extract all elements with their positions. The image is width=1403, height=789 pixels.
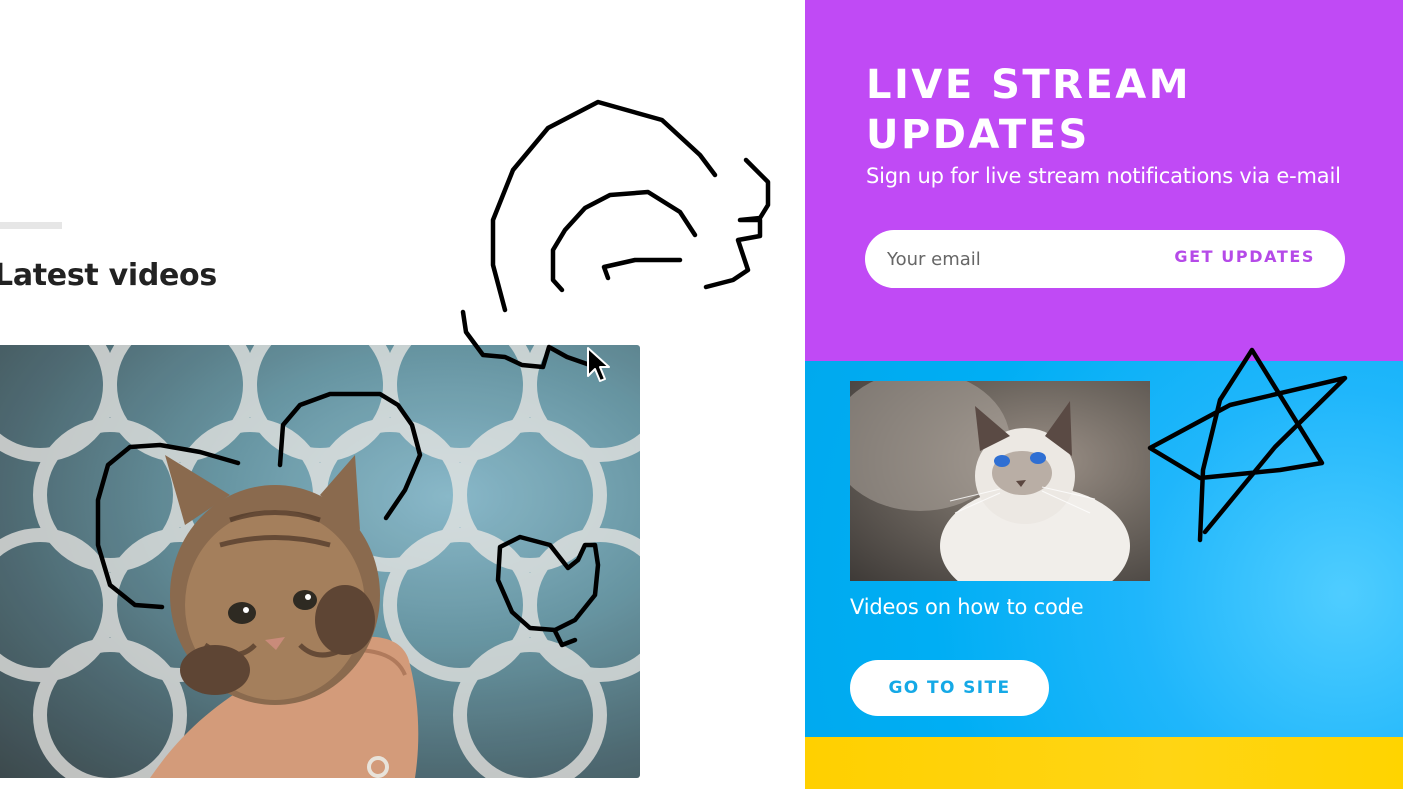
spiral-inner-scribble bbox=[550, 189, 698, 293]
go-to-site-button[interactable]: GO TO SITE bbox=[850, 660, 1049, 716]
spiral-center-scribble bbox=[601, 257, 683, 281]
latest-videos-heading: Latest videos bbox=[0, 258, 217, 293]
section-divider bbox=[0, 222, 62, 229]
title-line-2: UPDATES bbox=[866, 112, 1090, 158]
latest-video-thumbnail[interactable] bbox=[0, 345, 640, 778]
get-updates-button[interactable]: GET UPDATES bbox=[1174, 247, 1315, 266]
coding-videos-card: Videos on how to code GO TO SITE bbox=[805, 361, 1403, 737]
email-signup-form: GET UPDATES bbox=[865, 230, 1345, 288]
white-cat-photo bbox=[850, 381, 1130, 581]
live-stream-subtitle: Sign up for live stream notifications vi… bbox=[866, 164, 1341, 188]
spiral-tail-scribble bbox=[703, 157, 771, 290]
live-stream-signup: LIVE STREAM UPDATES Sign up for live str… bbox=[805, 0, 1403, 361]
title-line-1: LIVE STREAM bbox=[866, 62, 1192, 108]
spiral-scribble bbox=[490, 99, 718, 313]
kitten-photo bbox=[0, 345, 640, 778]
coding-videos-caption: Videos on how to code bbox=[850, 595, 1084, 619]
coding-video-thumbnail[interactable] bbox=[850, 381, 1150, 581]
yellow-section-top bbox=[805, 737, 1403, 789]
email-input[interactable] bbox=[887, 244, 1157, 274]
live-stream-title: LIVE STREAM UPDATES bbox=[866, 60, 1191, 160]
